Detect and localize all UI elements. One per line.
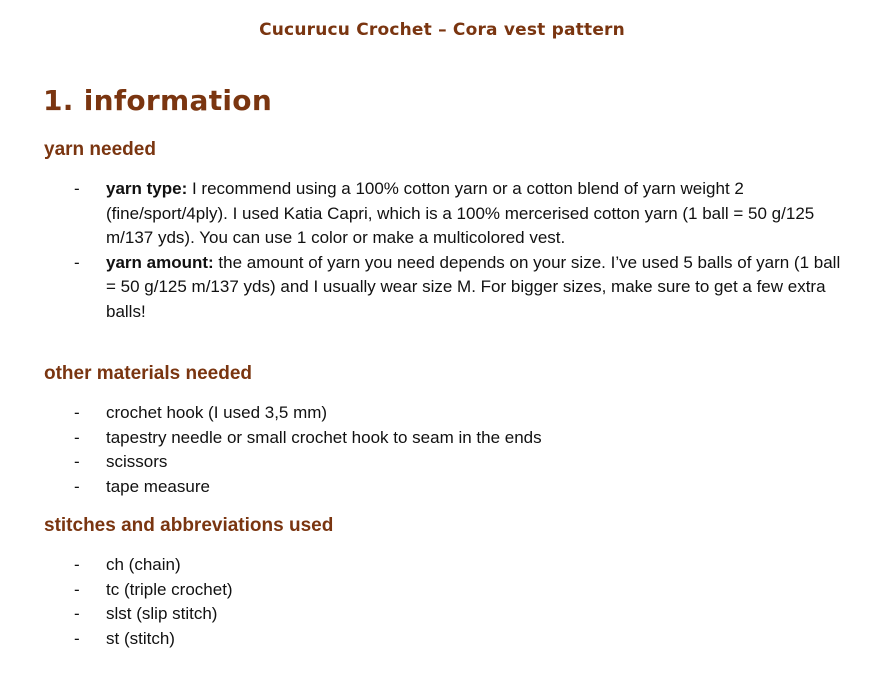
stitch-item: st (stitch) — [106, 628, 175, 648]
bullet: - — [74, 476, 80, 496]
list-item: - tape measure — [72, 475, 842, 500]
list-item: - tc (triple crochet) — [72, 578, 842, 603]
yarn-type-text: I recommend using a 100% cotton yarn or … — [106, 179, 815, 247]
bullet: - — [74, 628, 80, 648]
yarn-type-term: yarn type: — [106, 179, 188, 198]
list-item: - scissors — [72, 450, 842, 475]
bullet: - — [74, 403, 80, 422]
material-item: tape measure — [106, 476, 210, 496]
stitches-list: - ch (chain) - tc (triple crochet) - slst (… — [72, 553, 842, 651]
bullet: - — [74, 427, 80, 447]
yarn-amount-term: yarn amount: — [106, 252, 214, 272]
list-item: - slst (slip stitch) — [72, 602, 842, 627]
list-item: - yarn amount: the amount of yarn you ne… — [72, 251, 842, 325]
bullet: - — [74, 604, 80, 623]
stitch-item: ch (chain) — [106, 555, 181, 574]
bullet: - — [74, 252, 80, 272]
material-item: tapestry needle or small crochet hook to… — [106, 427, 542, 447]
bullet: - — [74, 555, 80, 574]
stitch-item: tc (triple crochet) — [106, 579, 233, 599]
material-item: scissors — [106, 452, 168, 471]
list-item: - ch (chain) — [72, 553, 842, 578]
bullet: - — [74, 452, 80, 471]
stitch-item: slst (slip stitch) — [106, 604, 218, 623]
list-item: - yarn type: I recommend using a 100% co… — [72, 177, 842, 251]
document-page: Cucurucu Crochet – Cora vest pattern 1. … — [0, 0, 884, 686]
subheading-yarn-needed: yarn needed — [44, 139, 156, 160]
subheading-stitches: stitches and abbreviations used — [44, 515, 334, 536]
section-title: 1. information — [43, 84, 273, 117]
bullet: - — [74, 179, 80, 198]
materials-list: - crochet hook (I used 3,5 mm) - tapestry … — [72, 401, 842, 499]
list-item: - tapestry needle or small crochet hook t… — [72, 426, 842, 451]
document-header: Cucurucu Crochet – Cora vest pattern — [259, 20, 625, 40]
material-item: crochet hook (I used 3,5 mm) — [106, 403, 328, 422]
yarn-amount-text: the amount of yarn you need depends on y… — [106, 252, 841, 321]
list-item: - st (stitch) — [72, 627, 842, 652]
subheading-other-materials: other materials needed — [44, 363, 253, 384]
list-item: - crochet hook (I used 3,5 mm) — [72, 401, 842, 426]
bullet: - — [74, 579, 80, 599]
yarn-list: - yarn type: I recommend using a 100% co… — [72, 177, 842, 324]
